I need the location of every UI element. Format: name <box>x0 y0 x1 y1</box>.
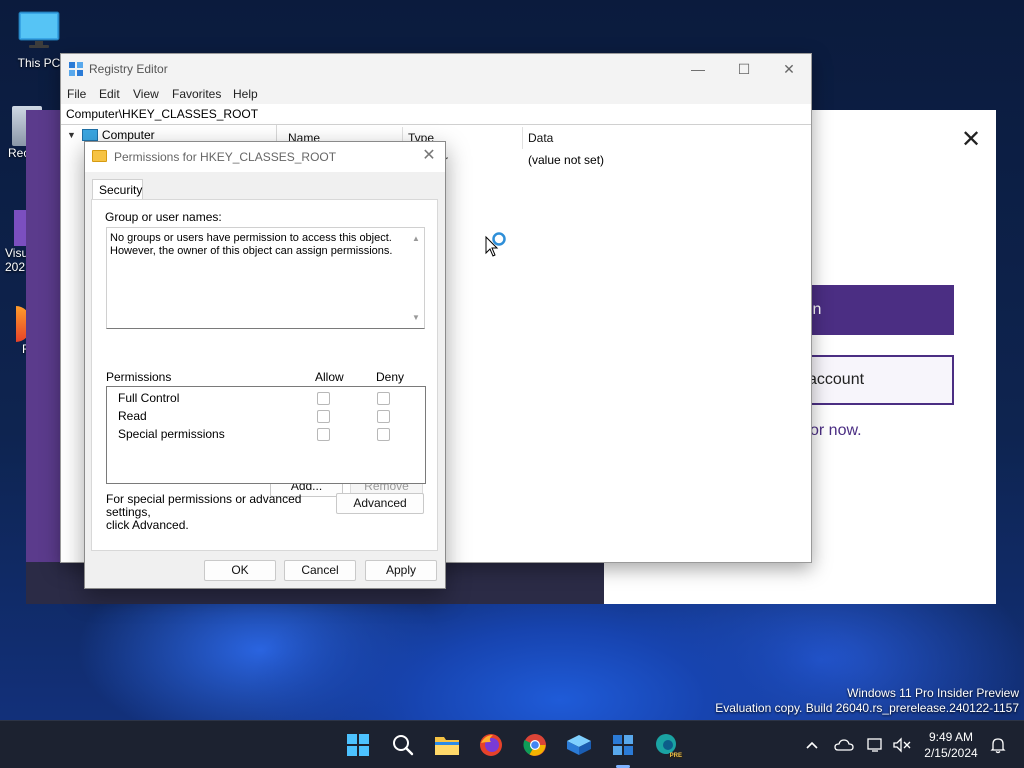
permissions-label: Permissions <box>106 370 172 384</box>
permission-name: Full Control <box>118 391 180 405</box>
data-cell: (value not set) <box>528 153 605 167</box>
address-bar[interactable]: Computer\HKEY_CLASSES_ROOT <box>61 104 811 125</box>
watermark-line: Windows 11 Pro Insider Preview <box>847 686 1019 700</box>
tree-item-label: Computer <box>101 128 155 142</box>
start-icon[interactable] <box>342 729 374 761</box>
permission-name: Special permissions <box>118 427 225 441</box>
onedrive-icon[interactable] <box>830 729 858 761</box>
menu-view[interactable]: View <box>133 87 159 101</box>
monitor-icon <box>4 10 74 53</box>
permissions-list[interactable]: Full Control Read Special permissions <box>106 386 426 484</box>
column-divider[interactable] <box>522 127 523 149</box>
registry-editor-icon[interactable] <box>607 729 639 761</box>
pre-badge: PRE <box>668 753 683 759</box>
close-icon[interactable]: ✕ <box>959 128 983 152</box>
notification-bell-icon[interactable] <box>984 729 1012 761</box>
ok-button[interactable]: OK <box>204 560 276 581</box>
column-data[interactable]: Data <box>528 131 553 145</box>
scroll-down-icon[interactable]: ▼ <box>410 311 422 324</box>
allow-checkbox[interactable] <box>317 392 330 405</box>
advanced-button[interactable]: Advanced <box>336 493 424 514</box>
apply-button[interactable]: Apply <box>365 560 437 581</box>
edge-pre-icon[interactable]: PRE <box>651 729 683 761</box>
deny-checkbox[interactable] <box>377 428 390 441</box>
firefox-icon[interactable] <box>475 729 507 761</box>
menu-edit[interactable]: Edit <box>99 87 120 101</box>
menu-bar: File Edit View Favorites Help <box>61 84 811 104</box>
evaluation-watermark: Windows 11 Pro Insider Preview Evaluatio… <box>715 686 1019 716</box>
allow-column-label: Allow <box>315 370 344 384</box>
group-names-list[interactable]: No groups or users have permission to ac… <box>106 227 425 329</box>
advanced-note-line: For special permissions or advanced sett… <box>106 492 302 519</box>
registry-editor-icon <box>68 61 84 80</box>
close-icon[interactable]: ✕ <box>419 146 439 166</box>
deny-checkbox[interactable] <box>377 410 390 423</box>
menu-help[interactable]: Help <box>233 87 258 101</box>
tab-security[interactable]: Security <box>92 179 143 200</box>
taskbar: PRE 9:49 AM 2/15/2024 <box>0 720 1024 768</box>
volume-muted-icon[interactable] <box>888 729 916 761</box>
chrome-icon[interactable] <box>519 729 551 761</box>
minimize-button[interactable]: ― <box>675 54 721 84</box>
computer-icon <box>81 129 98 141</box>
advanced-note-line: click Advanced. <box>106 518 189 532</box>
scroll-up-icon[interactable]: ▲ <box>410 232 422 245</box>
tree-item-computer[interactable]: ▼ Computer <box>67 128 155 142</box>
chevron-down-icon[interactable]: ▼ <box>67 130 76 140</box>
folder-icon <box>92 150 107 162</box>
clock-time: 9:49 AM <box>928 730 974 744</box>
deny-column-label: Deny <box>376 370 405 384</box>
close-button[interactable]: ✕ <box>766 54 812 84</box>
allow-checkbox[interactable] <box>317 428 330 441</box>
maximize-button[interactable]: ☐ <box>721 54 767 84</box>
group-names-label: Group or user names: <box>105 210 222 224</box>
permissions-dialog: Permissions for HKEY_CLASSES_ROOT ✕ Secu… <box>84 141 446 589</box>
sandbox-icon[interactable] <box>563 729 595 761</box>
file-explorer-icon[interactable] <box>431 729 463 761</box>
window-title: Registry Editor <box>89 62 168 76</box>
allow-checkbox[interactable] <box>317 410 330 423</box>
group-message-line: However, the owner of this object can as… <box>110 245 393 257</box>
menu-favorites[interactable]: Favorites <box>172 87 221 101</box>
menu-file[interactable]: File <box>67 87 86 101</box>
permission-name: Read <box>118 409 147 423</box>
watermark-line: Evaluation copy. Build 26040.rs_prerelea… <box>715 701 1019 715</box>
busy-cursor-icon <box>485 231 509 262</box>
security-tab-page: Group or user names: No groups or users … <box>91 199 438 551</box>
desktop: This PC Rec Visu 202 F ✕ in account or n… <box>0 0 1024 720</box>
advanced-note: For special permissions or advanced sett… <box>106 493 326 532</box>
clock-date: 2/15/2024 <box>924 746 978 760</box>
search-icon[interactable] <box>387 729 419 761</box>
chevron-up-icon[interactable] <box>798 729 826 761</box>
group-message-line: No groups or users have permission to ac… <box>110 232 392 244</box>
scrollbar[interactable]: ▲ ▼ <box>410 232 422 324</box>
dialog-title-bar[interactable]: Permissions for HKEY_CLASSES_ROOT ✕ <box>85 142 445 172</box>
deny-checkbox[interactable] <box>377 392 390 405</box>
dialog-title: Permissions for HKEY_CLASSES_ROOT <box>114 150 337 164</box>
network-icon[interactable] <box>862 729 890 761</box>
title-bar[interactable]: Registry Editor ― ☐ ✕ <box>61 54 811 84</box>
cancel-button[interactable]: Cancel <box>284 560 356 581</box>
clock[interactable]: 9:49 AM 2/15/2024 <box>920 729 982 761</box>
not-now-link[interactable]: or now. <box>810 422 862 440</box>
